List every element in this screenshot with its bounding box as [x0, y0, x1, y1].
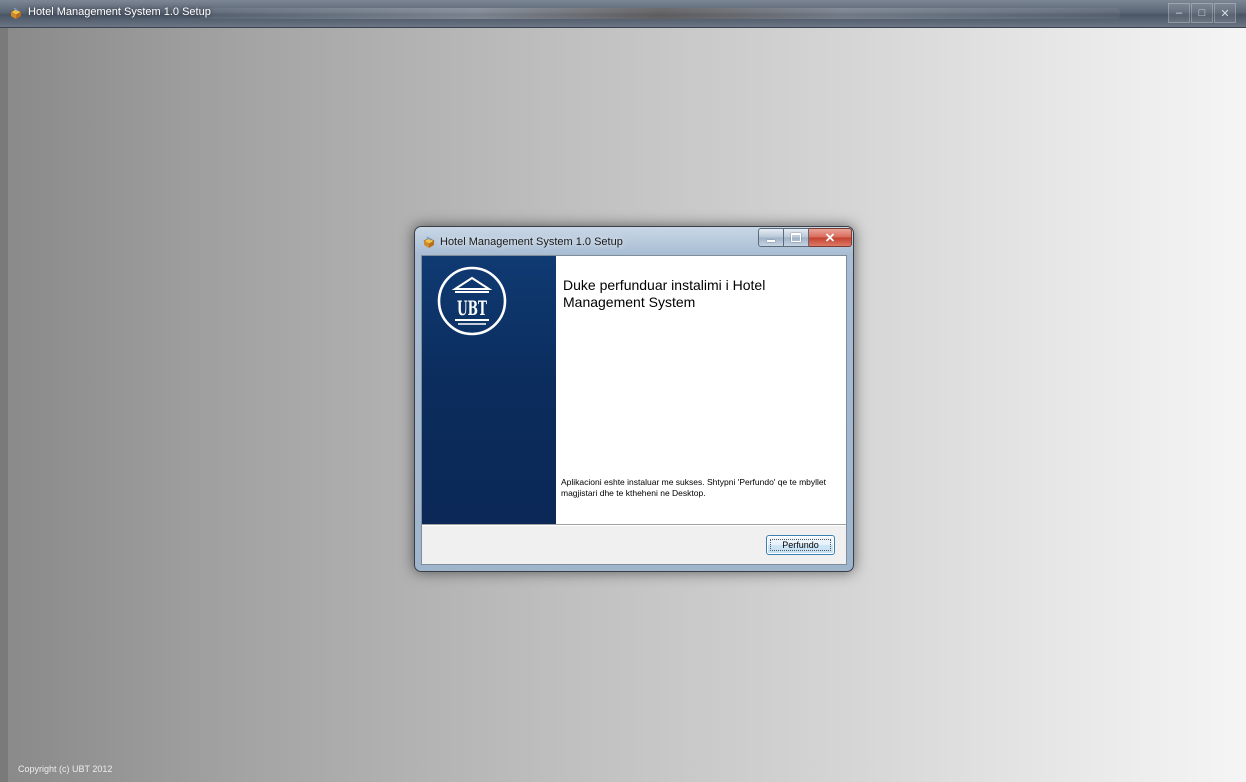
close-icon	[825, 233, 835, 242]
dialog-client-area: UBT Duke perfunduar instalimi i Hotel Ma…	[421, 255, 847, 565]
ubt-logo: UBT	[437, 266, 507, 336]
minimize-icon	[767, 239, 775, 242]
wizard-banner: UBT	[422, 256, 556, 524]
setup-dialog: Hotel Management System 1.0 Setup UBT Du…	[414, 226, 854, 572]
outer-window-controls: – □ ✕	[1167, 3, 1236, 23]
titlebar-glass-strip	[200, 8, 1120, 19]
button-separator	[422, 524, 846, 526]
finish-button[interactable]: Perfundo	[766, 535, 835, 555]
dialog-window-controls	[758, 228, 852, 247]
logo-text: UBT	[457, 296, 487, 320]
finish-message: Aplikacioni eshte instaluar me sukses. S…	[561, 477, 826, 498]
finish-heading: Duke perfunduar instalimi i Hotel Manage…	[563, 277, 766, 310]
outer-minimize-button[interactable]: –	[1168, 3, 1190, 23]
dialog-maximize-button[interactable]	[784, 228, 809, 247]
dialog-minimize-button[interactable]	[758, 228, 784, 247]
dialog-title: Hotel Management System 1.0 Setup	[440, 236, 623, 248]
copyright-text: Copyright (c) UBT 2012	[18, 764, 113, 774]
outer-maximize-button[interactable]: □	[1191, 3, 1213, 23]
outer-window-title: Hotel Management System 1.0 Setup	[28, 6, 211, 18]
wizard-content: Duke perfunduar instalimi i Hotel Manage…	[556, 256, 846, 524]
installer-icon	[9, 6, 23, 20]
outer-close-button[interactable]: ✕	[1214, 3, 1236, 23]
dialog-titlebar[interactable]: Hotel Management System 1.0 Setup	[415, 227, 853, 254]
outer-titlebar[interactable]: Hotel Management System 1.0 Setup – □ ✕	[0, 0, 1246, 28]
maximize-icon	[791, 233, 801, 242]
finish-button-label: Perfundo	[782, 540, 819, 550]
dialog-close-button[interactable]	[809, 228, 852, 247]
background-edge	[0, 28, 8, 782]
installer-icon	[422, 235, 436, 249]
